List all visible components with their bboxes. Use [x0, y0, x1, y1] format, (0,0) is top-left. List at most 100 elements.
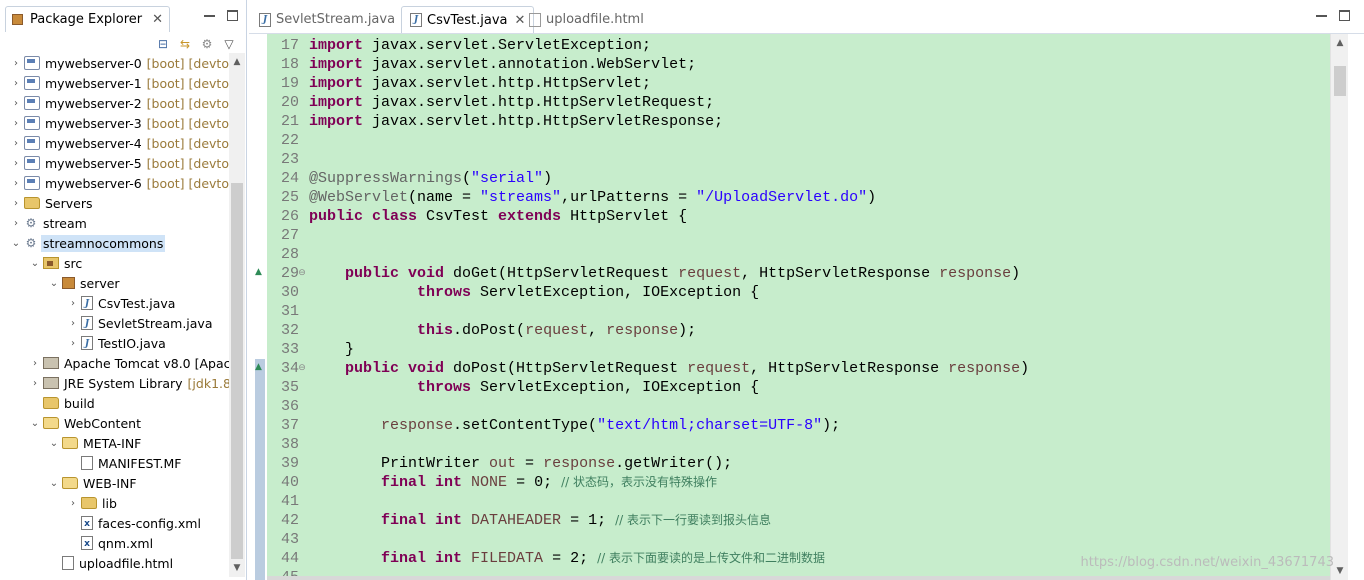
tab-sevletstream[interactable]: J SevletStream.java: [251, 6, 403, 33]
tree-item[interactable]: › mywebserver-2 [boot] [devtoo: [0, 93, 229, 113]
fold-toggle-icon[interactable]: ⊖: [297, 264, 307, 283]
chevron-right-icon[interactable]: ›: [10, 98, 22, 109]
scroll-down-icon[interactable]: ▼: [229, 561, 245, 575]
tree-item[interactable]: › J TestIO.java: [0, 333, 229, 353]
tab-csvtest[interactable]: J CsvTest.java ✕: [401, 6, 535, 33]
tree-item[interactable]: › Apache Tomcat v8.0 [Apach: [0, 353, 229, 373]
chevron-right-icon[interactable]: ›: [10, 58, 22, 69]
code-line[interactable]: this.doPost(request, response);: [309, 321, 696, 340]
tree-item-decoration: [boot] [devtoo: [146, 55, 229, 71]
line-number: 20: [280, 94, 299, 111]
java-icon: J: [81, 316, 93, 330]
code-line[interactable]: final int FILEDATA = 2; // 表示下面要读的是上传文件和…: [309, 549, 825, 568]
tree-item[interactable]: › mywebserver-3 [boot] [devtoo: [0, 113, 229, 133]
code-line[interactable]: }: [309, 340, 354, 359]
chevron-down-icon[interactable]: ⌄: [10, 238, 22, 249]
tree-item[interactable]: › Servers: [0, 193, 229, 213]
chevron-down-icon[interactable]: ⌄: [48, 278, 60, 289]
tree-scrollbar[interactable]: ▲ ▼: [229, 53, 245, 577]
tree-item[interactable]: ⌄ WebContent: [0, 413, 229, 433]
maximize-icon[interactable]: [1339, 10, 1350, 21]
filters-icon[interactable]: ⚙: [200, 37, 214, 51]
tree-item[interactable]: › mywebserver-0 [boot] [devtoo: [0, 53, 229, 73]
tree-item[interactable]: x faces-config.xml: [0, 513, 229, 533]
chevron-right-icon[interactable]: ›: [10, 198, 22, 209]
code-line[interactable]: public void doGet(HttpServletRequest req…: [309, 264, 1020, 283]
code-line[interactable]: public class CsvTest extends HttpServlet…: [309, 207, 687, 226]
code-line[interactable]: final int DATAHEADER = 1; // 表示下一行要读到报头信…: [309, 511, 771, 530]
chevron-right-icon[interactable]: ›: [10, 78, 22, 89]
editor-scrollbar[interactable]: ▲ ▼: [1330, 34, 1348, 580]
minimize-icon[interactable]: [1316, 10, 1327, 21]
minimize-icon[interactable]: [204, 10, 215, 21]
tree-item[interactable]: › J SevletStream.java: [0, 313, 229, 333]
chevron-right-icon[interactable]: ›: [10, 118, 22, 129]
tree-item[interactable]: › mywebserver-4 [boot] [devtoo: [0, 133, 229, 153]
close-icon[interactable]: ✕: [152, 12, 163, 27]
code-line[interactable]: PrintWriter out = response.getWriter();: [309, 454, 732, 473]
chevron-right-icon[interactable]: ›: [67, 298, 79, 309]
tree-item[interactable]: › J CsvTest.java: [0, 293, 229, 313]
scroll-up-icon[interactable]: ▲: [1331, 36, 1349, 50]
project-icon: [24, 76, 40, 90]
code-line[interactable]: response.setContentType("text/html;chars…: [309, 416, 840, 435]
tree-item[interactable]: › mywebserver-6 [boot] [devtoo: [0, 173, 229, 193]
line-number: 25: [280, 189, 299, 206]
view-menu-icon[interactable]: ▽: [222, 37, 236, 51]
code-line[interactable]: import javax.servlet.http.HttpServletRes…: [309, 112, 723, 131]
tab-uploadfile[interactable]: uploadfile.html: [521, 6, 652, 33]
link-with-editor-icon[interactable]: ⇆: [178, 37, 192, 51]
code-line[interactable]: throws ServletException, IOException {: [309, 283, 759, 302]
fold-toggle-icon[interactable]: ⊖: [297, 359, 307, 378]
scrollbar-thumb[interactable]: [231, 183, 243, 559]
tree-item[interactable]: › ⚙ stream: [0, 213, 229, 233]
code-line[interactable]: import javax.servlet.annotation.WebServl…: [309, 55, 696, 74]
code-line[interactable]: import javax.servlet.http.HttpServletReq…: [309, 93, 714, 112]
chevron-down-icon[interactable]: ⌄: [48, 438, 60, 449]
code-lines[interactable]: 17 import javax.servlet.ServletException;…: [267, 34, 1330, 580]
tree-item[interactable]: ⌄ ⚙ streamnocommons: [0, 233, 229, 253]
code-line[interactable]: public void doPost(HttpServletRequest re…: [309, 359, 1029, 378]
tree-item[interactable]: › mywebserver-1 [boot] [devtoo: [0, 73, 229, 93]
code-line[interactable]: throws ServletException, IOException {: [309, 378, 759, 397]
tree-item-decoration: [boot] [devtoo: [146, 115, 229, 131]
tree-item[interactable]: x qnm.xml: [0, 533, 229, 553]
code-line[interactable]: final int NONE = 0; // 状态码，表示没有特殊操作: [309, 473, 717, 492]
chevron-down-icon[interactable]: ⌄: [29, 258, 41, 269]
chevron-down-icon[interactable]: ⌄: [48, 478, 60, 489]
chevron-right-icon[interactable]: ›: [10, 178, 22, 189]
code-editor[interactable]: ▲ ▲ 17 import javax.servlet.ServletExcept…: [249, 34, 1364, 580]
code-line[interactable]: import javax.servlet.ServletException;: [309, 36, 651, 55]
tree-item[interactable]: › lib: [0, 493, 229, 513]
maximize-icon[interactable]: [227, 10, 238, 21]
tree-item[interactable]: ⌄ server: [0, 273, 229, 293]
chevron-right-icon[interactable]: ›: [67, 338, 79, 349]
project-tree: › mywebserver-0 [boot] [devtoo › mywebserver…: [0, 53, 229, 575]
chevron-right-icon[interactable]: ›: [10, 158, 22, 169]
tree-item[interactable]: › JRE System Library[jdk1.8.0: [0, 373, 229, 393]
chevron-down-icon[interactable]: ⌄: [29, 418, 41, 429]
tree-item[interactable]: build: [0, 393, 229, 413]
code-line[interactable]: import javax.servlet.http.HttpServlet;: [309, 74, 651, 93]
chevron-right-icon[interactable]: ›: [10, 218, 22, 229]
tree-item-label: META-INF: [83, 435, 142, 451]
tree-item[interactable]: uploadfile.html: [0, 553, 229, 573]
code-line[interactable]: @WebServlet(name = "streams",urlPatterns…: [309, 188, 876, 207]
tree-item[interactable]: ⌄ src: [0, 253, 229, 273]
scroll-up-icon[interactable]: ▲: [229, 55, 245, 69]
horizontal-scrollbar[interactable]: [267, 576, 1330, 580]
chevron-right-icon[interactable]: ›: [67, 318, 79, 329]
tree-item[interactable]: MANIFEST.MF: [0, 453, 229, 473]
tree-item[interactable]: › mywebserver-5 [boot] [devtoo: [0, 153, 229, 173]
scrollbar-thumb[interactable]: [1334, 66, 1346, 96]
chevron-right-icon[interactable]: ›: [29, 378, 41, 389]
tree-item[interactable]: ⌄ META-INF: [0, 433, 229, 453]
package-explorer-tab[interactable]: Package Explorer ✕: [5, 6, 171, 32]
collapse-all-icon[interactable]: ⊟: [156, 37, 170, 51]
chevron-right-icon[interactable]: ›: [67, 498, 79, 509]
chevron-right-icon[interactable]: ›: [29, 358, 41, 369]
chevron-right-icon[interactable]: ›: [10, 138, 22, 149]
tree-item[interactable]: ⌄ WEB-INF: [0, 473, 229, 493]
code-line[interactable]: @SuppressWarnings("serial"): [309, 169, 552, 188]
line-number: 24: [280, 170, 299, 187]
